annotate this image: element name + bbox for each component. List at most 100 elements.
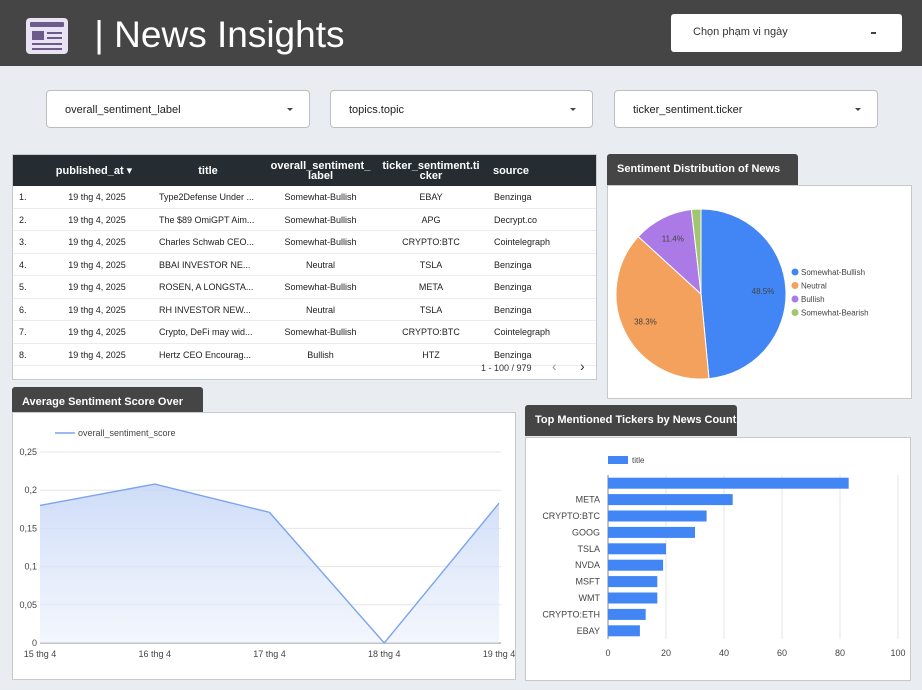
cell-ticker: CRYPTO:BTC [402, 327, 460, 337]
avg-sentiment-card: 0 0,05 0,1 0,15 0,2 0,25 15 thg 4 16 thg 4 17 th… [12, 412, 516, 680]
app-header: | News Insights Chọn phạm vi ngày [0, 0, 922, 66]
bar[interactable] [608, 526, 695, 538]
x-tick-label: 15 thg 4 [24, 649, 57, 659]
cell-ticker: HTZ [422, 349, 440, 360]
filter-label: ticker_sentiment.ticker [633, 104, 743, 116]
cell-title: Charles Schwab CEO... [159, 237, 255, 247]
cell-published-at: 19 thg 4, 2025 [68, 214, 126, 225]
table-row[interactable]: 1. 19 thg 4, 2025 Type2Defense Under ... So… [13, 186, 596, 209]
legend-item: Bullish [801, 295, 825, 304]
cell-title: Crypto, DeFi may wid... [159, 327, 253, 337]
cell-n: 6. [19, 304, 27, 315]
filter-topics-topic[interactable]: topics.topic [330, 90, 593, 128]
cell-n: 7. [19, 327, 27, 337]
filter-overall-sentiment-label[interactable]: overall_sentiment_label [46, 90, 310, 128]
cell-n: 4. [19, 259, 27, 270]
bar[interactable] [608, 625, 640, 637]
x-tick-label: 17 thg 4 [253, 649, 286, 659]
cell-label: Somewhat-Bullish [284, 237, 357, 247]
bar[interactable] [608, 494, 733, 506]
y-tick-label: CRYPTO:ETH [542, 609, 600, 619]
cell-published-at: 19 thg 4, 2025 [68, 304, 126, 315]
table-header: published_at ▾ title overall_sentiment_ … [13, 155, 596, 186]
bar[interactable] [608, 592, 658, 604]
cell-published-at: 19 thg 4, 2025 [68, 282, 126, 292]
y-tick-label: MSFT [576, 577, 601, 587]
sentiment-pie-card: 48.5% 38.3% 11.4% Somewhat-Bullish Neutral Bu… [607, 185, 912, 399]
cell-title: The $89 OmiGPT Aim... [159, 214, 255, 225]
news-table: published_at ▾ title overall_sentiment_ … [12, 154, 597, 380]
column-header-title[interactable]: title [173, 155, 243, 186]
y-tick-label: 0,2 [24, 485, 37, 495]
date-range-label: Chọn phạm vi ngày [693, 26, 788, 38]
cell-source: Benzinga [494, 304, 532, 315]
next-page-icon[interactable]: › [580, 358, 585, 374]
y-tick-label: CRYPTO:BTC [542, 511, 600, 521]
table-row[interactable]: 3. 19 thg 4, 2025 Charles Schwab CEO... Som… [13, 231, 596, 254]
cell-published-at: 19 thg 4, 2025 [68, 192, 126, 202]
legend-item: title [632, 456, 645, 465]
bar[interactable] [608, 543, 666, 555]
cell-published-at: 19 thg 4, 2025 [68, 259, 126, 270]
chevron-down-icon [871, 32, 876, 34]
cell-source: Benzinga [494, 259, 532, 270]
cell-label: Somewhat-Bullish [284, 192, 357, 202]
bar[interactable] [608, 559, 664, 571]
column-header-source[interactable]: source [491, 155, 531, 186]
x-tick-label: 60 [777, 648, 787, 658]
column-header-overall-sentiment-label[interactable]: overall_sentiment_ label [268, 155, 373, 186]
date-range-picker[interactable]: Chọn phạm vi ngày [671, 14, 902, 52]
avg-sentiment-area-chart: 0 0,05 0,1 0,15 0,2 0,25 15 thg 4 16 thg 4 17 th… [19, 428, 516, 659]
cell-title: ROSEN, A LONGSTA... [159, 282, 254, 292]
legend-marker [608, 456, 628, 464]
cell-n: 1. [19, 192, 27, 202]
table-row[interactable]: 7. 19 thg 4, 2025 Crypto, DeFi may wid... S… [13, 321, 596, 344]
y-tick-label: NVDA [575, 560, 600, 570]
column-header-published-at[interactable]: published_at ▾ [51, 155, 137, 186]
dropdown-arrow-icon [287, 108, 293, 111]
cell-n: 3. [19, 237, 27, 247]
bar[interactable] [608, 608, 646, 620]
y-tick-label: 0,15 [19, 523, 37, 533]
cell-source: Cointelegraph [494, 327, 551, 337]
bar[interactable] [608, 576, 658, 588]
cell-source: Benzinga [494, 192, 532, 202]
cell-ticker: TSLA [419, 259, 443, 270]
pie-data-label: 38.3% [634, 318, 657, 327]
table-row[interactable]: 2. 19 thg 4, 2025 The $89 OmiGPT Aim... Som… [13, 209, 596, 231]
table-row[interactable]: 5. 19 thg 4, 2025 ROSEN, A LONGSTA... Somew… [13, 276, 596, 299]
legend-marker [791, 282, 799, 289]
y-tick-label: META [576, 495, 600, 505]
table-row[interactable]: 4. 19 thg 4, 2025 BBAI INVESTOR NE... Neutr… [13, 254, 596, 276]
bar[interactable] [608, 477, 849, 489]
newspaper-icon [26, 18, 68, 54]
pie-data-label: 48.5% [752, 287, 775, 296]
cell-n: 5. [19, 282, 27, 292]
x-tick-label: 20 [661, 648, 671, 658]
table-row[interactable]: 6. 19 thg 4, 2025 RH INVESTOR NEW... Neutra… [13, 299, 596, 321]
x-tick-label: 0 [605, 648, 610, 658]
chart-tab-top-tickers: Top Mentioned Tickers by News Count [525, 405, 737, 436]
cell-published-at: 19 thg 4, 2025 [68, 327, 126, 337]
x-tick-label: 40 [719, 648, 729, 658]
legend-marker [791, 295, 799, 303]
cell-label: Somewhat-Bullish [284, 214, 357, 225]
filter-ticker-sentiment-ticker[interactable]: ticker_sentiment.ticker [614, 90, 878, 128]
legend-item: overall_sentiment_score [78, 428, 176, 438]
column-header-ticker[interactable]: ticker_sentiment.ti cker [381, 155, 481, 186]
cell-published-at: 19 thg 4, 2025 [68, 237, 126, 247]
bar[interactable] [608, 510, 707, 522]
cell-n: 2. [19, 214, 27, 225]
cell-source: Benzinga [494, 282, 532, 292]
cell-label: Neutral [305, 304, 335, 315]
x-tick-label: 19 thg 4 [483, 649, 516, 659]
top-tickers-card: 0 20 40 60 80 100 META CRYPTO:BTC GOOG TSLA NVDA MS… [525, 437, 911, 681]
x-tick-label: 18 thg 4 [368, 649, 401, 659]
chart-tab-sentiment-distribution: Sentiment Distribution of News [607, 154, 798, 185]
prev-page-icon[interactable]: ‹ [552, 358, 557, 374]
legend-item: Somewhat-Bullish [801, 268, 865, 277]
y-tick-label: 0 [32, 638, 37, 648]
cell-label: Bullish [307, 349, 334, 360]
cell-title: Hertz CEO Encourag... [159, 349, 252, 360]
cell-source: Decrypt.co [494, 214, 538, 225]
